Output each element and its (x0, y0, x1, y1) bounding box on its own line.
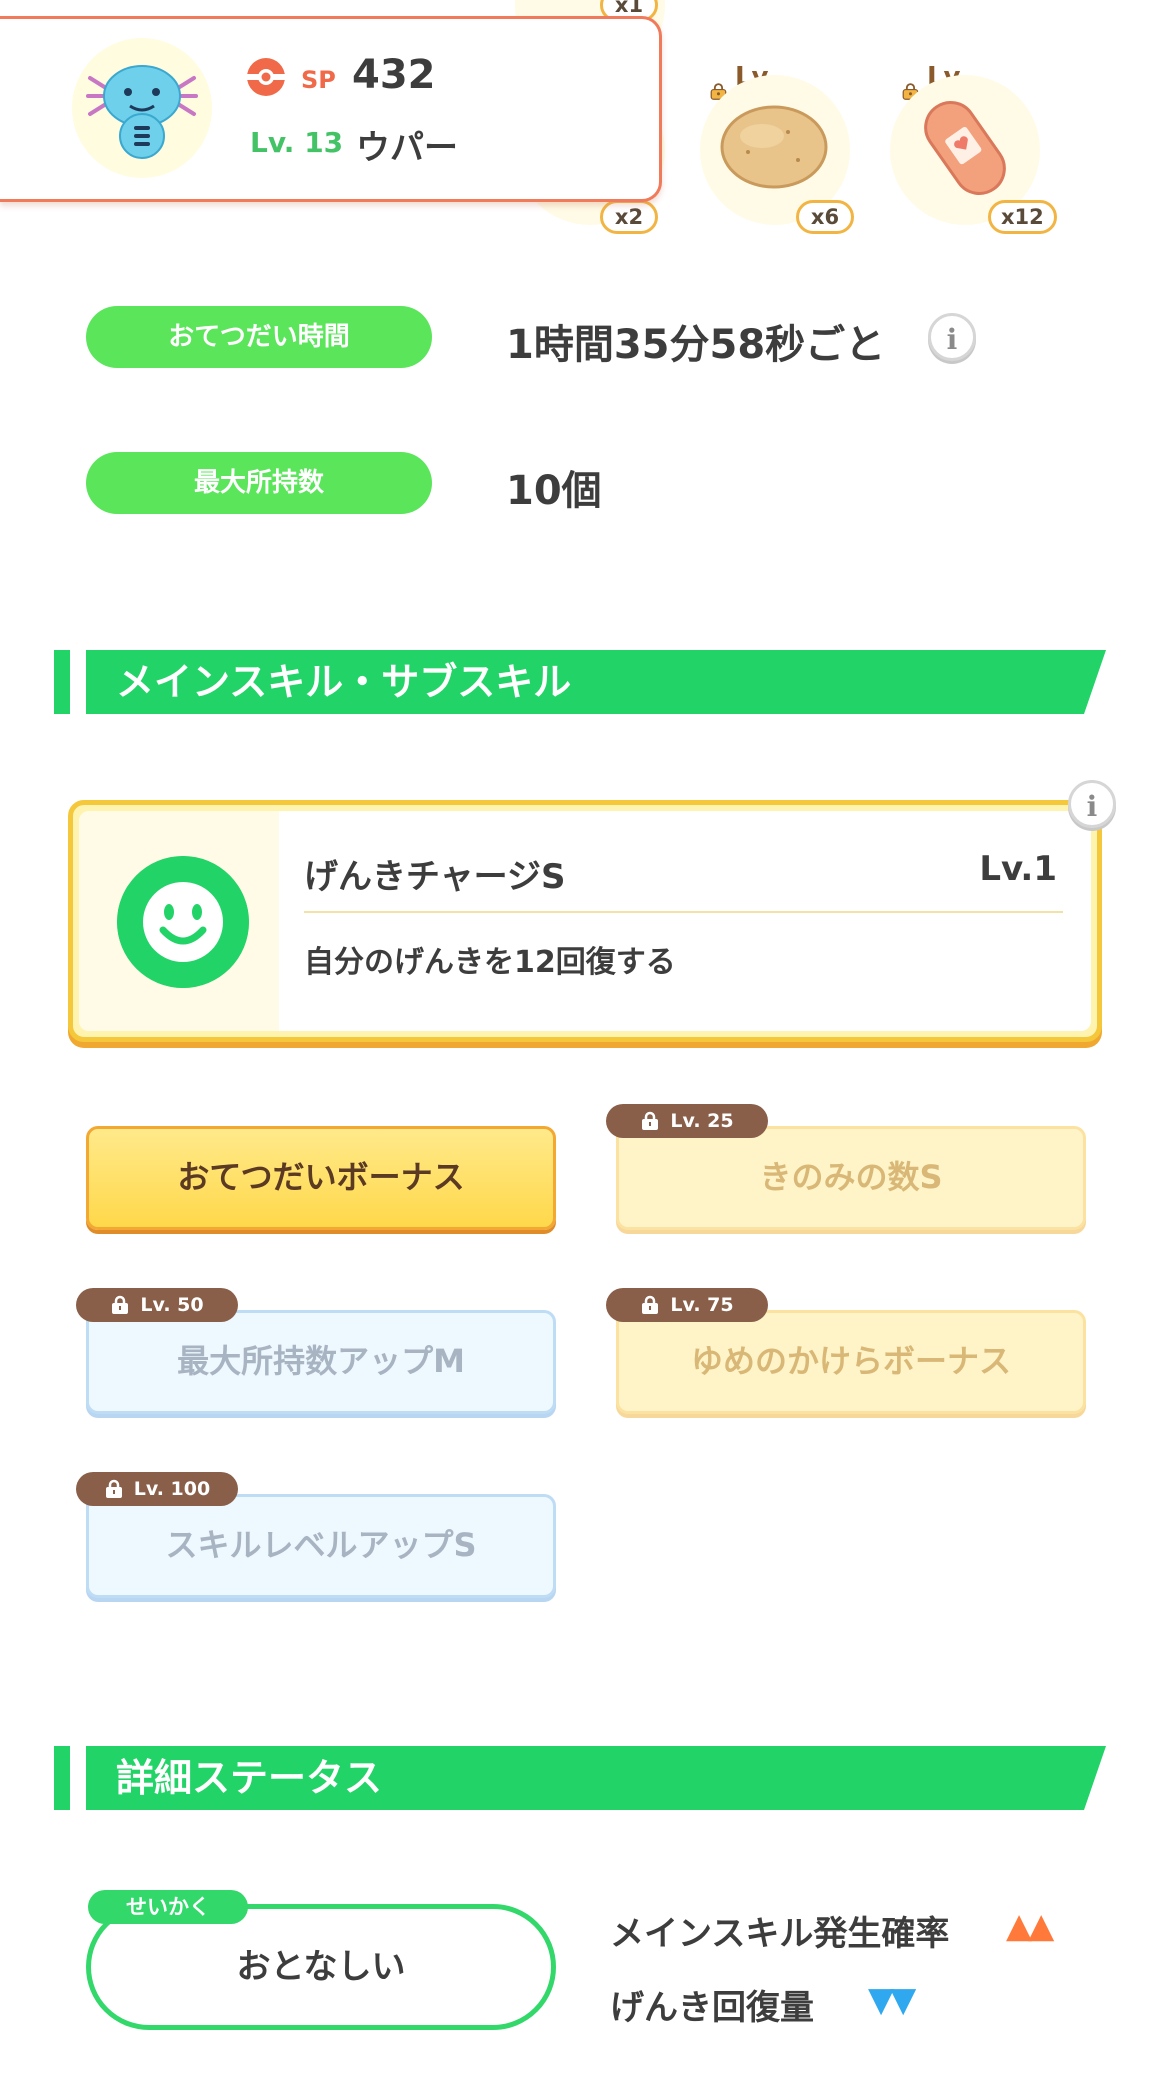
potato-icon (720, 105, 828, 189)
sub-skill-4-lock-tag: Lv. 75 (606, 1288, 768, 1322)
main-skill-card[interactable]: げんきチャージS Lv.1 自分のげんきを12回復する (68, 800, 1102, 1042)
sub-skill-3-button[interactable]: 最大所持数アップM (86, 1310, 556, 1414)
info-icon[interactable]: i (1068, 780, 1116, 828)
sub-skill-2-lock-tag: Lv. 25 (606, 1104, 768, 1138)
main-skill-description: 自分のげんきを12回復する (304, 945, 676, 980)
help-time-label: おてつだい時間 (86, 306, 432, 368)
info-icon[interactable]: i (928, 313, 976, 361)
sub-skill-4-button[interactable]: ゆめのかけらボーナス (616, 1310, 1086, 1414)
smile-icon (117, 856, 249, 988)
main-skill-divider (304, 911, 1063, 913)
sausage-icon (924, 101, 1006, 195)
sub-skill-3-lock-tag: Lv. 50 (76, 1288, 238, 1322)
sub-skill-1-button[interactable]: おてつだいボーナス (86, 1126, 556, 1230)
section-notch (54, 650, 70, 714)
pokemon-level: Lv. 13 (250, 126, 344, 159)
poke-ball-icon (247, 58, 285, 96)
max-carry-value: 10個 (506, 468, 602, 514)
nature-down-marker: ▼▼ (868, 1980, 916, 2020)
max-carry-label: 最大所持数 (86, 452, 432, 514)
sub-skill-2-unlock-level: Lv. 25 (670, 1110, 734, 1132)
ingredient-qty-2: x2 (600, 200, 658, 234)
nature-down-effect: げんき回復量 (610, 1988, 814, 2028)
sub-skill-2-button[interactable]: きのみの数S (616, 1126, 1086, 1230)
ingredient-qty-3: x6 (796, 200, 854, 234)
lock-icon (105, 1479, 122, 1498)
pokemon-name: ウパー (356, 128, 458, 168)
lock-icon (642, 1295, 659, 1314)
help-time-value: 1時間35分58秒ごと (506, 322, 886, 368)
sub-skill-5-lock-tag: Lv. 100 (76, 1472, 238, 1506)
main-skill-inner: げんきチャージS Lv.1 自分のげんきを12回復する (79, 811, 1091, 1031)
main-skill-name: げんきチャージS (304, 857, 566, 897)
sub-skill-4-unlock-level: Lv. 75 (670, 1294, 734, 1316)
sub-skill-5-button[interactable]: スキルレベルアップS (86, 1494, 556, 1598)
lock-icon (112, 1295, 129, 1314)
sp-label: SP (301, 66, 336, 94)
main-skill-level: Lv.1 (979, 849, 1057, 889)
sp-value: 432 (352, 52, 436, 98)
sub-skill-5-unlock-level: Lv. 100 (133, 1478, 211, 1500)
nature-up-effect: メインスキル発生確率 (610, 1914, 950, 1954)
sub-skill-3-unlock-level: Lv. 50 (140, 1294, 204, 1316)
pokemon-avatar (72, 38, 212, 178)
main-skill-icon-area (79, 811, 279, 1031)
lock-icon (642, 1111, 659, 1130)
ingredient-qty-4: x12 (988, 200, 1057, 234)
section-notch (54, 1746, 70, 1810)
section-title-status: 詳細ステータス (116, 1756, 383, 1800)
pokemon-sprite (86, 65, 198, 159)
nature-tag: せいかく (88, 1890, 248, 1924)
section-title-skills: メインスキル・サブスキル (116, 660, 572, 704)
nature-up-marker: ▲▲ (1006, 1906, 1054, 1946)
